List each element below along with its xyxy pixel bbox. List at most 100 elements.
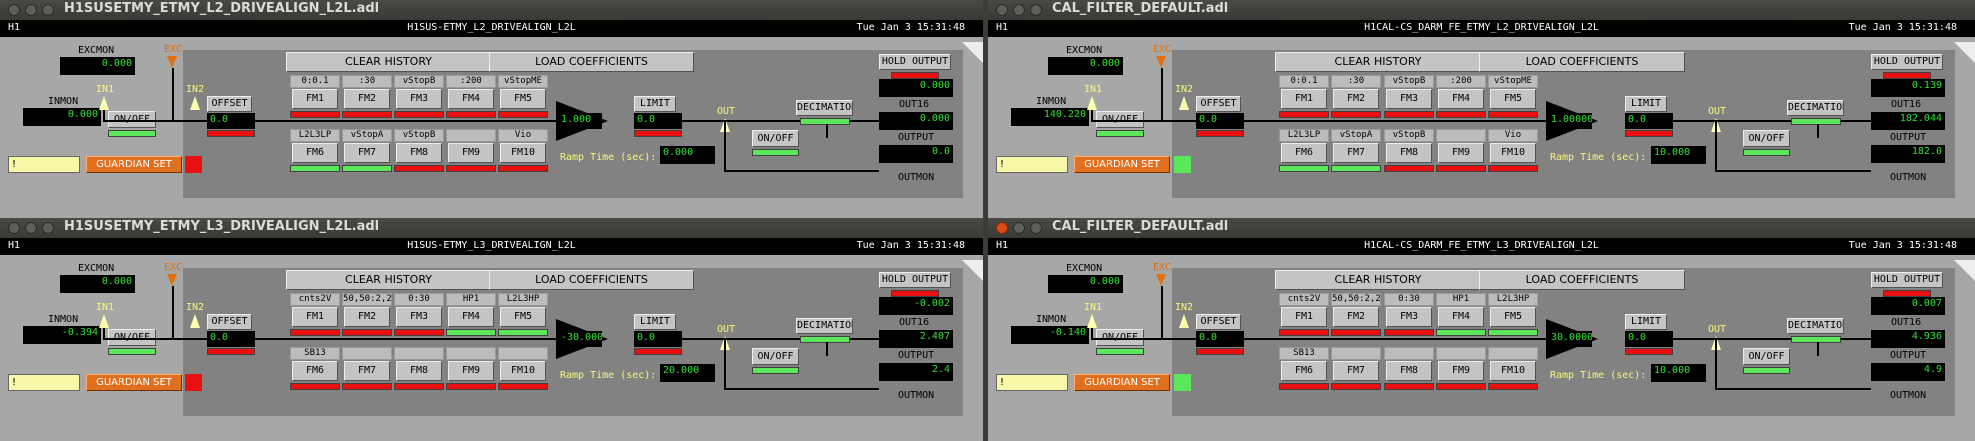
limit-button[interactable]: LIMIT [634, 314, 676, 330]
output-onoff-button[interactable]: ON/OFF [1743, 130, 1790, 147]
gain-value[interactable]: 1.00000 [1548, 113, 1592, 129]
clear-history-button[interactable]: CLEAR HISTORY [1275, 52, 1481, 72]
limit-value[interactable]: 0.0 [634, 331, 682, 347]
offset-button[interactable]: OFFSET [1196, 96, 1241, 112]
window-minimize-button[interactable] [1013, 4, 1025, 16]
window-minimize-button[interactable] [1013, 222, 1025, 234]
filter-module-button[interactable]: FM4 [1438, 89, 1484, 109]
output-onoff-button[interactable]: ON/OFF [752, 130, 799, 147]
limit-button[interactable]: LIMIT [1625, 314, 1667, 330]
guardian-set-button[interactable]: GUARDIAN SET [1074, 156, 1170, 173]
decimation-button[interactable]: DECIMATION [1787, 318, 1844, 334]
filter-module-button[interactable]: FM3 [1386, 89, 1432, 109]
note-field[interactable]: ! [8, 156, 80, 173]
window-close-button[interactable] [996, 222, 1008, 234]
filter-module-button[interactable]: FM5 [1490, 307, 1536, 327]
guardian-set-button[interactable]: GUARDIAN SET [86, 374, 182, 391]
ramp-time-value[interactable]: 10.000 [1651, 146, 1706, 164]
guardian-set-button[interactable]: GUARDIAN SET [86, 156, 182, 173]
filter-module-button[interactable]: FM7 [344, 361, 390, 381]
gain-value[interactable]: 1.000 [558, 113, 602, 129]
ramp-time-value[interactable]: 20.000 [660, 364, 715, 382]
limit-value[interactable]: 0.0 [634, 113, 682, 129]
window-close-button[interactable] [996, 4, 1008, 16]
decimation-button[interactable]: DECIMATION [796, 100, 853, 116]
note-field[interactable]: ! [8, 374, 80, 391]
filter-module-button[interactable]: FM4 [448, 89, 494, 109]
filter-module-button[interactable]: FM7 [1333, 143, 1379, 163]
filter-module-button[interactable]: FM8 [1386, 143, 1432, 163]
window-maximize-button[interactable] [42, 4, 54, 16]
output-onoff-button[interactable]: ON/OFF [1743, 348, 1790, 365]
ramp-time-value[interactable]: 0.000 [660, 146, 715, 164]
filter-module-button[interactable]: FM10 [1490, 143, 1536, 163]
filter-module-button[interactable]: FM3 [396, 307, 442, 327]
filter-module-button[interactable]: FM1 [292, 307, 338, 327]
filter-module-button[interactable]: FM10 [500, 143, 546, 163]
filter-module-button[interactable]: FM4 [448, 307, 494, 327]
offset-value[interactable]: 0.0 [1196, 331, 1244, 347]
load-coefficients-button[interactable]: LOAD COEFFICIENTS [1479, 270, 1685, 290]
filter-module-button[interactable]: FM6 [292, 143, 338, 163]
clear-history-button[interactable]: CLEAR HISTORY [286, 270, 491, 290]
filter-module-button[interactable]: FM3 [396, 89, 442, 109]
filter-module-button[interactable]: FM9 [1438, 361, 1484, 381]
window-maximize-button[interactable] [1030, 222, 1042, 234]
note-field[interactable]: ! [996, 374, 1068, 391]
filter-module-button[interactable]: FM2 [1333, 89, 1379, 109]
clear-history-button[interactable]: CLEAR HISTORY [1275, 270, 1481, 290]
ramp-time-value[interactable]: 10.000 [1651, 364, 1706, 382]
filter-module-button[interactable]: FM5 [500, 89, 546, 109]
window-close-button[interactable] [8, 4, 20, 16]
window-titlebar[interactable]: H1SUSETMY_ETMY_L3_DRIVEALIGN_L2L.adl [0, 218, 983, 238]
filter-module-button[interactable]: FM7 [1333, 361, 1379, 381]
offset-value[interactable]: 0.0 [1196, 113, 1244, 129]
window-maximize-button[interactable] [1030, 4, 1042, 16]
limit-button[interactable]: LIMIT [634, 96, 676, 112]
filter-module-button[interactable]: FM2 [1333, 307, 1379, 327]
filter-module-button[interactable]: FM5 [500, 307, 546, 327]
window-titlebar[interactable]: CAL_FILTER_DEFAULT.adl [988, 0, 1975, 20]
output-onoff-button[interactable]: ON/OFF [752, 348, 799, 365]
guardian-set-button[interactable]: GUARDIAN SET [1074, 374, 1170, 391]
load-coefficients-button[interactable]: LOAD COEFFICIENTS [489, 270, 694, 290]
hold-output-button[interactable]: HOLD OUTPUT [1871, 272, 1943, 288]
window-minimize-button[interactable] [25, 4, 37, 16]
filter-module-button[interactable]: FM5 [1490, 89, 1536, 109]
load-coefficients-button[interactable]: LOAD COEFFICIENTS [489, 52, 694, 72]
filter-module-button[interactable]: FM8 [396, 143, 442, 163]
filter-module-button[interactable]: FM6 [292, 361, 338, 381]
filter-module-button[interactable]: FM10 [1490, 361, 1536, 381]
offset-button[interactable]: OFFSET [1196, 314, 1241, 330]
filter-module-button[interactable]: FM8 [396, 361, 442, 381]
clear-history-button[interactable]: CLEAR HISTORY [286, 52, 491, 72]
offset-value[interactable]: 0.0 [207, 331, 255, 347]
hold-output-button[interactable]: HOLD OUTPUT [879, 54, 951, 70]
filter-module-button[interactable]: FM9 [448, 361, 494, 381]
limit-value[interactable]: 0.0 [1625, 331, 1673, 347]
offset-button[interactable]: OFFSET [207, 96, 252, 112]
filter-module-button[interactable]: FM7 [344, 143, 390, 163]
window-minimize-button[interactable] [25, 222, 37, 234]
load-coefficients-button[interactable]: LOAD COEFFICIENTS [1479, 52, 1685, 72]
filter-module-button[interactable]: FM1 [1281, 89, 1327, 109]
note-field[interactable]: ! [996, 156, 1068, 173]
filter-module-button[interactable]: FM1 [1281, 307, 1327, 327]
filter-module-button[interactable]: FM9 [1438, 143, 1484, 163]
filter-module-button[interactable]: FM6 [1281, 361, 1327, 381]
filter-module-button[interactable]: FM1 [292, 89, 338, 109]
gain-value[interactable]: -30.000 [558, 331, 602, 347]
gain-value[interactable]: 30.0000 [1548, 331, 1592, 347]
filter-module-button[interactable]: FM8 [1386, 361, 1432, 381]
decimation-button[interactable]: DECIMATION [1787, 100, 1844, 116]
window-titlebar[interactable]: CAL_FILTER_DEFAULT.adl [988, 218, 1975, 238]
filter-module-button[interactable]: FM10 [500, 361, 546, 381]
filter-module-button[interactable]: FM2 [344, 307, 390, 327]
hold-output-button[interactable]: HOLD OUTPUT [1871, 54, 1943, 70]
decimation-button[interactable]: DECIMATION [796, 318, 853, 334]
window-close-button[interactable] [8, 222, 20, 234]
filter-module-button[interactable]: FM2 [344, 89, 390, 109]
offset-value[interactable]: 0.0 [207, 113, 255, 129]
limit-button[interactable]: LIMIT [1625, 96, 1667, 112]
hold-output-button[interactable]: HOLD OUTPUT [879, 272, 951, 288]
